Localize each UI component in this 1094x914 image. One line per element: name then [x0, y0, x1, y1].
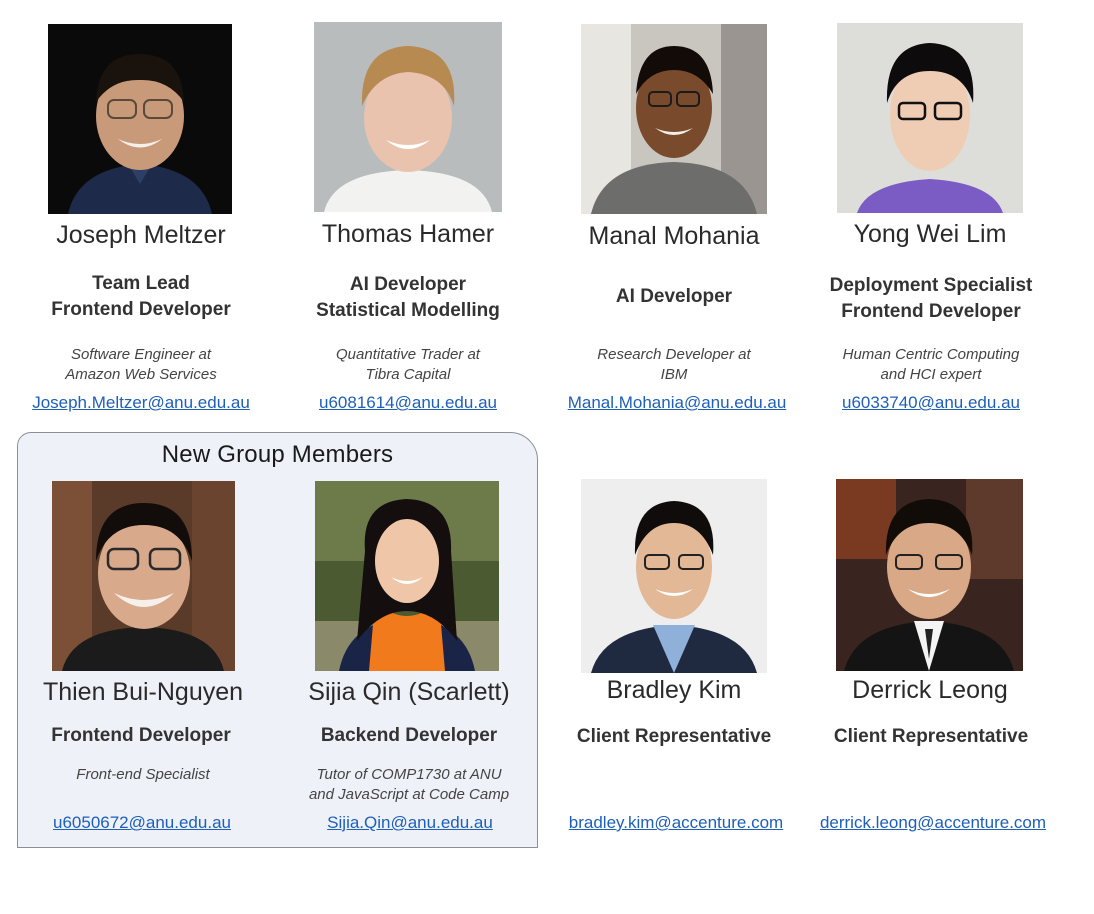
thien-bui-nguyen-photo	[52, 481, 235, 671]
member-email-link[interactable]: Manal.Mohania@anu.edu.au	[546, 393, 808, 413]
bradley-kim-photo	[581, 479, 767, 673]
member-description: Quantitative Trader at Tibra Capital	[336, 346, 480, 383]
member-name: Manal Mohania	[588, 222, 760, 250]
member-email-link[interactable]: derrick.leong@accenture.com	[802, 813, 1064, 833]
member-description: Software Engineer at Amazon Web Services	[65, 346, 217, 383]
member-name: Thien Bui-Nguyen	[42, 678, 244, 706]
member-role: Backend Developer	[320, 725, 498, 746]
member-name: Sijia Qin (Scarlett)	[308, 678, 510, 706]
member-email-link[interactable]: Sijia.Qin@anu.edu.au	[290, 813, 530, 833]
member-role: Deployment Specialist Frontend Developer	[829, 275, 1033, 322]
member-name: Thomas Hamer	[321, 220, 495, 248]
member-description: Tutor of COMP1730 at ANU and JavaScript …	[308, 766, 510, 803]
derrick-leong-photo	[836, 479, 1023, 671]
member-description: Human Centric Computing and HCI expert	[842, 346, 1020, 383]
member-name: Derrick Leong	[852, 676, 1008, 704]
yong-wei-lim-photo	[837, 23, 1023, 213]
member-role: Client Representative	[833, 726, 1029, 747]
member-email-link[interactable]: u6050672@anu.edu.au	[22, 813, 262, 833]
manal-mohania-photo	[581, 24, 767, 214]
member-email-link[interactable]: bradley.kim@accenture.com	[548, 813, 804, 833]
member-description: Research Developer at IBM	[597, 346, 751, 383]
member-name: Yong Wei Lim	[853, 220, 1007, 248]
sijia-qin-photo	[315, 481, 499, 671]
member-description: Front-end Specialist	[76, 766, 210, 783]
member-role: Frontend Developer	[51, 725, 231, 746]
new-group-members-title: New Group Members	[161, 441, 394, 468]
joseph-meltzer-photo	[48, 24, 232, 214]
thomas-hamer-photo	[314, 22, 502, 212]
member-role: AI Developer	[615, 286, 733, 307]
member-email-link[interactable]: u6081614@anu.edu.au	[288, 393, 528, 413]
member-name: Joseph Meltzer	[56, 221, 226, 249]
member-email-link[interactable]: u6033740@anu.edu.au	[810, 393, 1052, 413]
member-email-link[interactable]: Joseph.Meltzer@anu.edu.au	[14, 393, 268, 413]
member-role: Client Representative	[576, 726, 772, 747]
member-role: AI Developer Statistical Modelling	[316, 274, 500, 321]
member-role: Team Lead Frontend Developer	[51, 273, 231, 320]
member-name: Bradley Kim	[606, 676, 742, 704]
